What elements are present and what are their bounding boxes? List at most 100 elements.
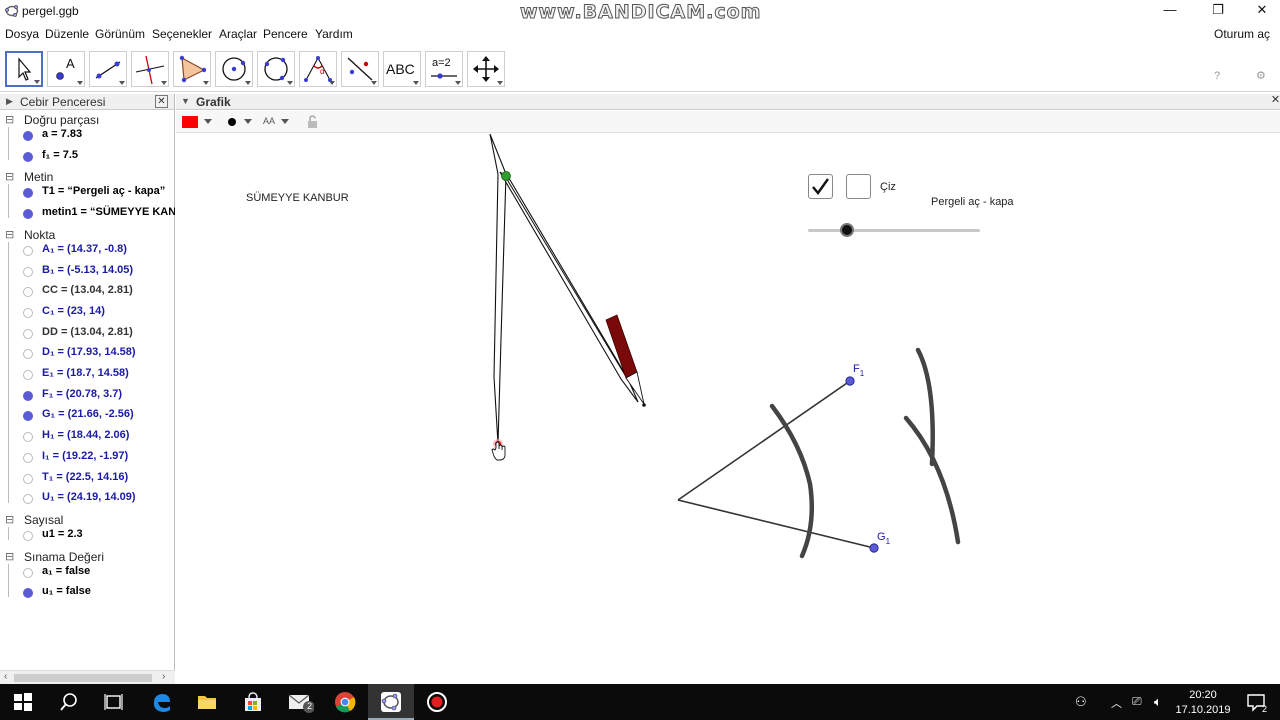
algebra-item[interactable]: E₁ = (18.7, 14.58) — [0, 366, 175, 384]
drawing-canvas[interactable]: SÜMEYYE KANBUR F1 G1 Çiz Pergeli aç - ka… — [176, 134, 1280, 684]
visibility-toggle-icon[interactable] — [23, 209, 33, 220]
visibility-toggle-icon[interactable] — [23, 530, 33, 541]
algebra-item[interactable]: u₁ = false — [0, 584, 175, 602]
point-style-icon[interactable] — [228, 118, 236, 126]
collapse-icon[interactable]: ⊟ — [5, 513, 14, 526]
menu-gorunum[interactable]: Görünüm — [95, 27, 145, 41]
slider-knob[interactable] — [839, 223, 854, 237]
algebra-item[interactable]: CC = (13.04, 2.81) — [0, 283, 175, 301]
algebra-item[interactable]: B₁ = (-5.13, 14.05) — [0, 263, 175, 281]
algebra-item[interactable]: F₁ = (20.78, 3.7) — [0, 387, 175, 405]
scrollbar-thumb[interactable] — [14, 674, 152, 682]
algebra-item[interactable]: f₁ = 7.5 — [0, 148, 175, 166]
slider-tool[interactable]: a=2 — [425, 51, 463, 87]
compass-needle-leg[interactable] — [489, 134, 507, 445]
mail-app[interactable]: 2 — [276, 684, 322, 720]
algebra-item[interactable]: metin1 = “SÜMEYYE KAN — [0, 205, 175, 223]
algebra-close-button[interactable]: ✕ — [155, 95, 168, 108]
file-explorer-app[interactable] — [184, 684, 230, 720]
algebra-item[interactable]: DD = (13.04, 2.81) — [0, 325, 175, 343]
reflect-tool[interactable] — [341, 51, 379, 87]
compass-slider[interactable] — [808, 223, 980, 237]
visibility-toggle-icon[interactable] — [23, 588, 33, 599]
algebra-item[interactable]: a = 7.83 — [0, 127, 175, 145]
visibility-toggle-icon[interactable] — [23, 567, 33, 578]
visibility-toggle-icon[interactable] — [23, 411, 33, 422]
font-size-label[interactable]: AA — [263, 116, 275, 126]
visibility-toggle-icon[interactable] — [23, 151, 33, 162]
color-dropdown-icon[interactable] — [204, 119, 212, 124]
visibility-toggle-icon[interactable] — [23, 452, 33, 463]
color-swatch[interactable] — [182, 116, 198, 128]
menu-araclar[interactable]: Araçlar — [219, 27, 257, 41]
angle-tool[interactable]: α — [299, 51, 337, 87]
point-f1[interactable] — [845, 376, 855, 386]
algebra-item[interactable]: H₁ = (18.44, 2.06) — [0, 428, 175, 446]
compass-pencil-leg[interactable] — [499, 171, 639, 403]
visibility-toggle-icon[interactable] — [23, 307, 33, 318]
algebra-item[interactable]: I₁ = (19.22, -1.97) — [0, 449, 175, 467]
perpendicular-tool[interactable] — [131, 51, 169, 87]
menu-dosya[interactable]: Dosya — [5, 27, 39, 41]
bandicam-app[interactable] — [414, 684, 460, 720]
expand-arrow-icon[interactable]: ▶ — [6, 96, 13, 107]
font-size-dropdown-icon[interactable] — [281, 119, 289, 124]
horizontal-scrollbar[interactable]: ‹ › — [0, 670, 175, 684]
draw-checkbox[interactable] — [846, 174, 871, 199]
move-tool[interactable] — [5, 51, 43, 87]
chrome-app[interactable] — [322, 684, 368, 720]
visibility-toggle-icon[interactable] — [23, 328, 33, 339]
algebra-item[interactable]: T₁ = (22.5, 14.16) — [0, 470, 175, 488]
volume-icon[interactable]: 🔈︎ — [1154, 694, 1162, 710]
visibility-toggle-icon[interactable] — [23, 131, 33, 141]
polygon-tool[interactable] — [173, 51, 211, 87]
point-tool[interactable]: A — [47, 51, 85, 87]
scroll-right-icon[interactable]: › — [162, 671, 165, 682]
ellipse-tool[interactable] — [257, 51, 295, 87]
ray-to-f1[interactable] — [677, 380, 851, 501]
collapse-icon[interactable]: ⊟ — [5, 170, 14, 183]
scroll-left-icon[interactable]: ‹ — [4, 671, 7, 682]
menu-yardim[interactable]: Yardım — [315, 27, 353, 41]
visibility-toggle-icon[interactable] — [23, 287, 33, 298]
menu-duzenle[interactable]: Düzenle — [45, 27, 89, 41]
visibility-toggle-icon[interactable] — [23, 245, 33, 256]
move-view-tool[interactable] — [467, 51, 505, 87]
network-icon[interactable]: ⎚ — [1132, 694, 1142, 709]
visibility-toggle-icon[interactable] — [23, 432, 33, 443]
algebra-item[interactable]: G₁ = (21.66, -2.56) — [0, 407, 175, 425]
collapse-icon[interactable]: ⊟ — [5, 113, 14, 126]
tray-expand-icon[interactable]: ︿ — [1111, 695, 1122, 711]
visibility-toggle-icon[interactable] — [23, 370, 33, 380]
collapse-icon[interactable]: ⊟ — [5, 228, 14, 241]
compass-pivot-point[interactable] — [501, 171, 511, 181]
text-tool[interactable]: ABC — [383, 51, 421, 87]
settings-gear-icon[interactable]: ⚙ — [1256, 69, 1266, 82]
visibility-toggle-icon[interactable] — [23, 390, 33, 401]
algebra-item[interactable]: T1 = “Pergeli aç - kapa” — [0, 184, 175, 202]
visibility-toggle-icon[interactable] — [23, 494, 33, 505]
lock-icon[interactable] — [307, 115, 319, 129]
minimize-button[interactable]: — — [1148, 0, 1192, 22]
store-app[interactable] — [230, 684, 276, 720]
maximize-button[interactable]: ❐ — [1196, 0, 1240, 22]
visibility-toggle-icon[interactable] — [23, 266, 33, 277]
geogebra-app[interactable] — [368, 684, 414, 720]
point-g1[interactable] — [869, 543, 879, 553]
algebra-item[interactable]: C₁ = (23, 14) — [0, 304, 175, 322]
point-style-dropdown-icon[interactable] — [244, 119, 252, 124]
ray-to-g1[interactable] — [677, 499, 875, 549]
edge-app[interactable] — [138, 684, 184, 720]
task-view-button[interactable] — [91, 684, 137, 720]
search-button[interactable] — [46, 684, 92, 720]
login-link[interactable]: Oturum aç — [1214, 27, 1270, 41]
algebra-item[interactable]: a₁ = false — [0, 564, 175, 582]
close-button[interactable]: ✕ — [1240, 0, 1280, 22]
circle-tool[interactable] — [215, 51, 253, 87]
menu-secenekler[interactable]: Seçenekler — [152, 27, 212, 41]
collapse-icon[interactable]: ⊟ — [5, 550, 14, 563]
menu-pencere[interactable]: Pencere — [263, 27, 308, 41]
algebra-item[interactable]: U₁ = (24.19, 14.09) — [0, 490, 175, 508]
algebra-item[interactable]: A₁ = (14.37, -0.8) — [0, 242, 175, 260]
line-tool[interactable] — [89, 51, 127, 87]
